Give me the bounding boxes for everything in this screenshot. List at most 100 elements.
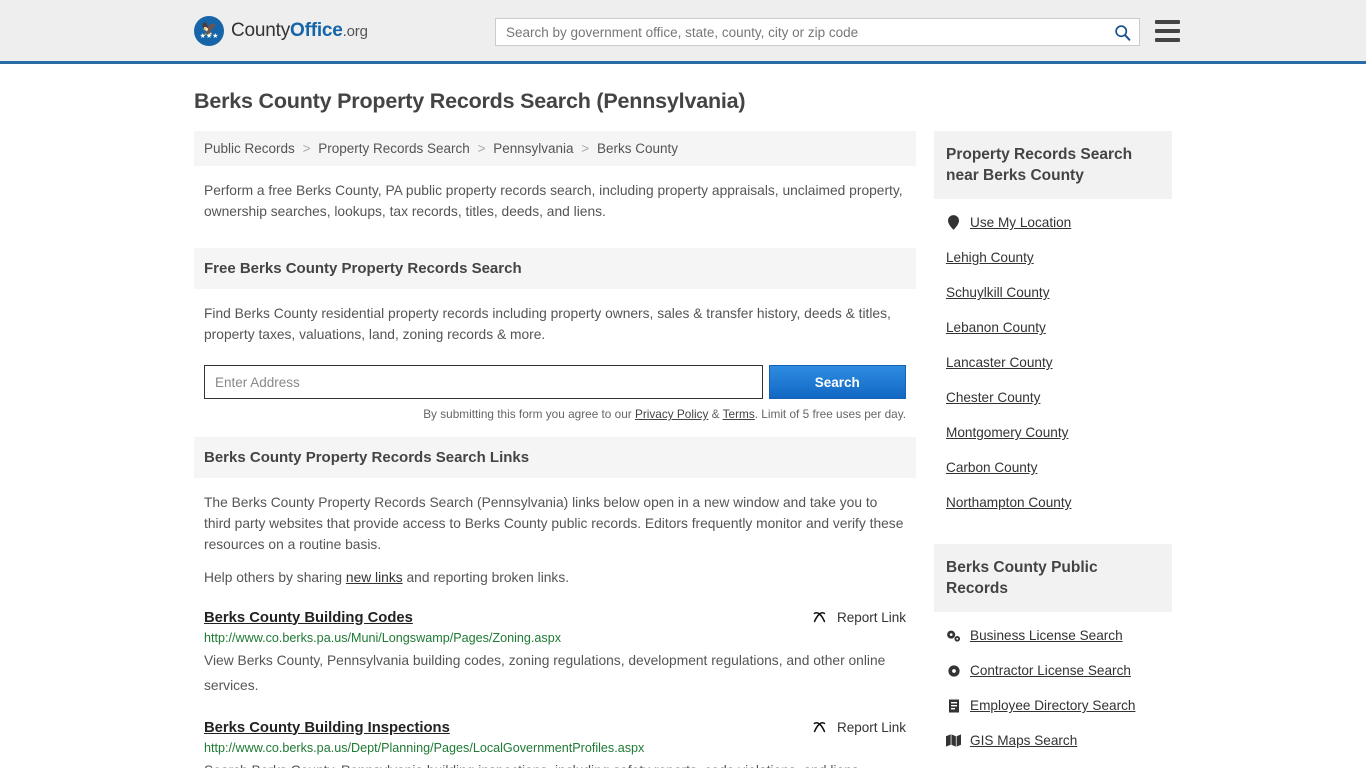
sidebar-link-label[interactable]: Employee Directory Search: [970, 698, 1135, 713]
sidebar-link-label[interactable]: Schuylkill County: [946, 285, 1050, 300]
free-search-description: Find Berks County residential property r…: [204, 306, 891, 342]
sidebar-link-label[interactable]: Montgomery County: [946, 425, 1068, 440]
report-link-label: Report Link: [836, 610, 906, 625]
resource-link-header: Berks County Building Inspections Report…: [204, 719, 906, 736]
global-search-input[interactable]: [496, 24, 1105, 40]
sidebar-link-label[interactable]: Contractor License Search: [970, 663, 1131, 678]
nearby-panel-list: Use My Location Lehigh County Schuylkill…: [934, 199, 1172, 520]
sidebar-link-label[interactable]: Lehigh County: [946, 250, 1034, 265]
resource-link-title[interactable]: Berks County Building Inspections: [204, 720, 450, 736]
breadcrumb-item-property-records-search[interactable]: Property Records Search: [318, 141, 470, 156]
map-pin-icon: [946, 215, 961, 230]
disclaimer-text-post: . Limit of 5 free uses per day.: [754, 407, 906, 421]
sidebar-item-use-my-location[interactable]: Use My Location: [946, 205, 1160, 240]
sidebar-item-schuylkill-county[interactable]: Schuylkill County: [946, 275, 1160, 310]
site-logo[interactable]: 🦅 ★★★ CountyOffice.org: [194, 15, 368, 46]
sidebar-item-northampton-county[interactable]: Northampton County: [946, 485, 1160, 520]
sidebar-link-label[interactable]: Lebanon County: [946, 320, 1046, 335]
search-submit-button[interactable]: [1105, 19, 1139, 45]
global-search-bar: [495, 18, 1140, 46]
address-book-icon: [946, 699, 961, 713]
breadcrumb-separator: >: [477, 141, 486, 156]
brand-part-county: County: [231, 19, 291, 41]
sidebar-link-label[interactable]: Chester County: [946, 390, 1040, 405]
site-header: 🦅 ★★★ CountyOffice.org: [0, 0, 1366, 64]
sidebar-link-label[interactable]: Lancaster County: [946, 355, 1053, 370]
cogs-icon: [946, 629, 961, 643]
search-links-heading: Berks County Property Records Search Lin…: [194, 437, 916, 478]
breadcrumb-item-pennsylvania[interactable]: Pennsylvania: [493, 141, 573, 156]
brand-part-office: Office: [290, 19, 343, 41]
sidebar-item-montgomery-county[interactable]: Montgomery County: [946, 415, 1160, 450]
sidebar-item-chester-county[interactable]: Chester County: [946, 380, 1160, 415]
main-column: Public Records > Property Records Search…: [194, 131, 916, 768]
breadcrumb: Public Records > Property Records Search…: [194, 131, 916, 166]
public-records-panel-heading: Berks County Public Records: [934, 544, 1172, 612]
report-link-button[interactable]: Report Link: [811, 719, 906, 736]
resource-link-header: Berks County Building Codes Report Link: [204, 609, 906, 626]
address-search-form: Search: [194, 357, 916, 399]
terms-link[interactable]: Terms: [723, 407, 755, 421]
breadcrumb-separator: >: [581, 141, 590, 156]
page-container: Berks County Property Records Search (Pe…: [0, 89, 1366, 768]
sidebar-item-land-records-search[interactable]: Land Records Search: [946, 758, 1160, 768]
search-icon: [1114, 24, 1130, 41]
resource-link-description: Search Berks County, Pennsylvania buildi…: [204, 758, 906, 768]
resource-link-entry: Berks County Building Inspections Report…: [194, 719, 916, 768]
share-text-post: and reporting broken links.: [402, 570, 570, 585]
hamburger-bar: [1155, 29, 1180, 33]
disclaimer-amp: &: [708, 407, 723, 421]
disclaimer-text-pre: By submitting this form you agree to our: [423, 407, 635, 421]
public-records-panel-list: Business License Search Contractor Licen…: [934, 612, 1172, 768]
sidebar-link-label[interactable]: Northampton County: [946, 495, 1071, 510]
sidebar-link-label[interactable]: GIS Maps Search: [970, 733, 1077, 748]
content-columns: Public Records > Property Records Search…: [194, 131, 1172, 768]
resource-link-title[interactable]: Berks County Building Codes: [204, 610, 413, 626]
sidebar-link-label[interactable]: Carbon County: [946, 460, 1037, 475]
eagle-seal-icon: 🦅 ★★★: [194, 15, 224, 46]
form-disclaimer: By submitting this form you agree to our…: [194, 399, 916, 421]
search-links-paragraph: The Berks County Property Records Search…: [204, 495, 904, 552]
hamburger-bar: [1155, 38, 1180, 42]
sidebar-item-lancaster-county[interactable]: Lancaster County: [946, 345, 1160, 380]
broken-link-icon: [813, 612, 826, 623]
free-search-heading: Free Berks County Property Records Searc…: [194, 248, 916, 289]
breadcrumb-item-berks-county[interactable]: Berks County: [597, 141, 678, 156]
sidebar-item-lebanon-county[interactable]: Lebanon County: [946, 310, 1160, 345]
page-title: Berks County Property Records Search (Pe…: [194, 89, 746, 113]
sidebar: Property Records Search near Berks Count…: [934, 131, 1172, 768]
share-text-pre: Help others by sharing: [204, 570, 346, 585]
free-search-body: Find Berks County residential property r…: [194, 289, 916, 345]
hamburger-menu-icon[interactable]: [1155, 20, 1180, 42]
address-input[interactable]: [204, 365, 763, 399]
brand-part-org: .org: [342, 22, 368, 40]
search-links-body: The Berks County Property Records Search…: [194, 478, 916, 588]
gear-icon: [946, 664, 961, 678]
broken-link-icon: [813, 722, 826, 733]
breadcrumb-separator: >: [302, 141, 311, 156]
resource-link-url[interactable]: http://www.co.berks.pa.us/Dept/Planning/…: [204, 741, 906, 755]
sidebar-item-business-license-search[interactable]: Business License Search: [946, 618, 1160, 653]
sidebar-link-label[interactable]: Use My Location: [970, 215, 1071, 230]
sidebar-item-contractor-license-search[interactable]: Contractor License Search: [946, 653, 1160, 688]
resource-link-url[interactable]: http://www.co.berks.pa.us/Muni/Longswamp…: [204, 631, 906, 645]
brand-wordmark: CountyOffice.org: [231, 20, 368, 42]
report-link-button[interactable]: Report Link: [811, 609, 906, 626]
sidebar-link-label[interactable]: Business License Search: [970, 628, 1123, 643]
sidebar-item-employee-directory-search[interactable]: Employee Directory Search: [946, 688, 1160, 723]
sidebar-item-carbon-county[interactable]: Carbon County: [946, 450, 1160, 485]
breadcrumb-item-public-records[interactable]: Public Records: [204, 141, 295, 156]
share-links-paragraph: Help others by sharing new links and rep…: [204, 567, 906, 588]
map-icon: [946, 734, 961, 747]
address-search-button[interactable]: Search: [768, 365, 906, 399]
hamburger-bar: [1155, 20, 1180, 24]
privacy-policy-link[interactable]: Privacy Policy: [635, 407, 708, 421]
nearby-panel-heading: Property Records Search near Berks Count…: [934, 131, 1172, 199]
report-link-label: Report Link: [836, 720, 906, 735]
resource-link-entry: Berks County Building Codes Report Link …: [194, 609, 916, 698]
sidebar-item-gis-maps-search[interactable]: GIS Maps Search: [946, 723, 1160, 758]
page-intro-text: Perform a free Berks County, PA public p…: [204, 183, 903, 219]
new-links-link[interactable]: new links: [346, 570, 403, 585]
sidebar-item-lehigh-county[interactable]: Lehigh County: [946, 240, 1160, 275]
